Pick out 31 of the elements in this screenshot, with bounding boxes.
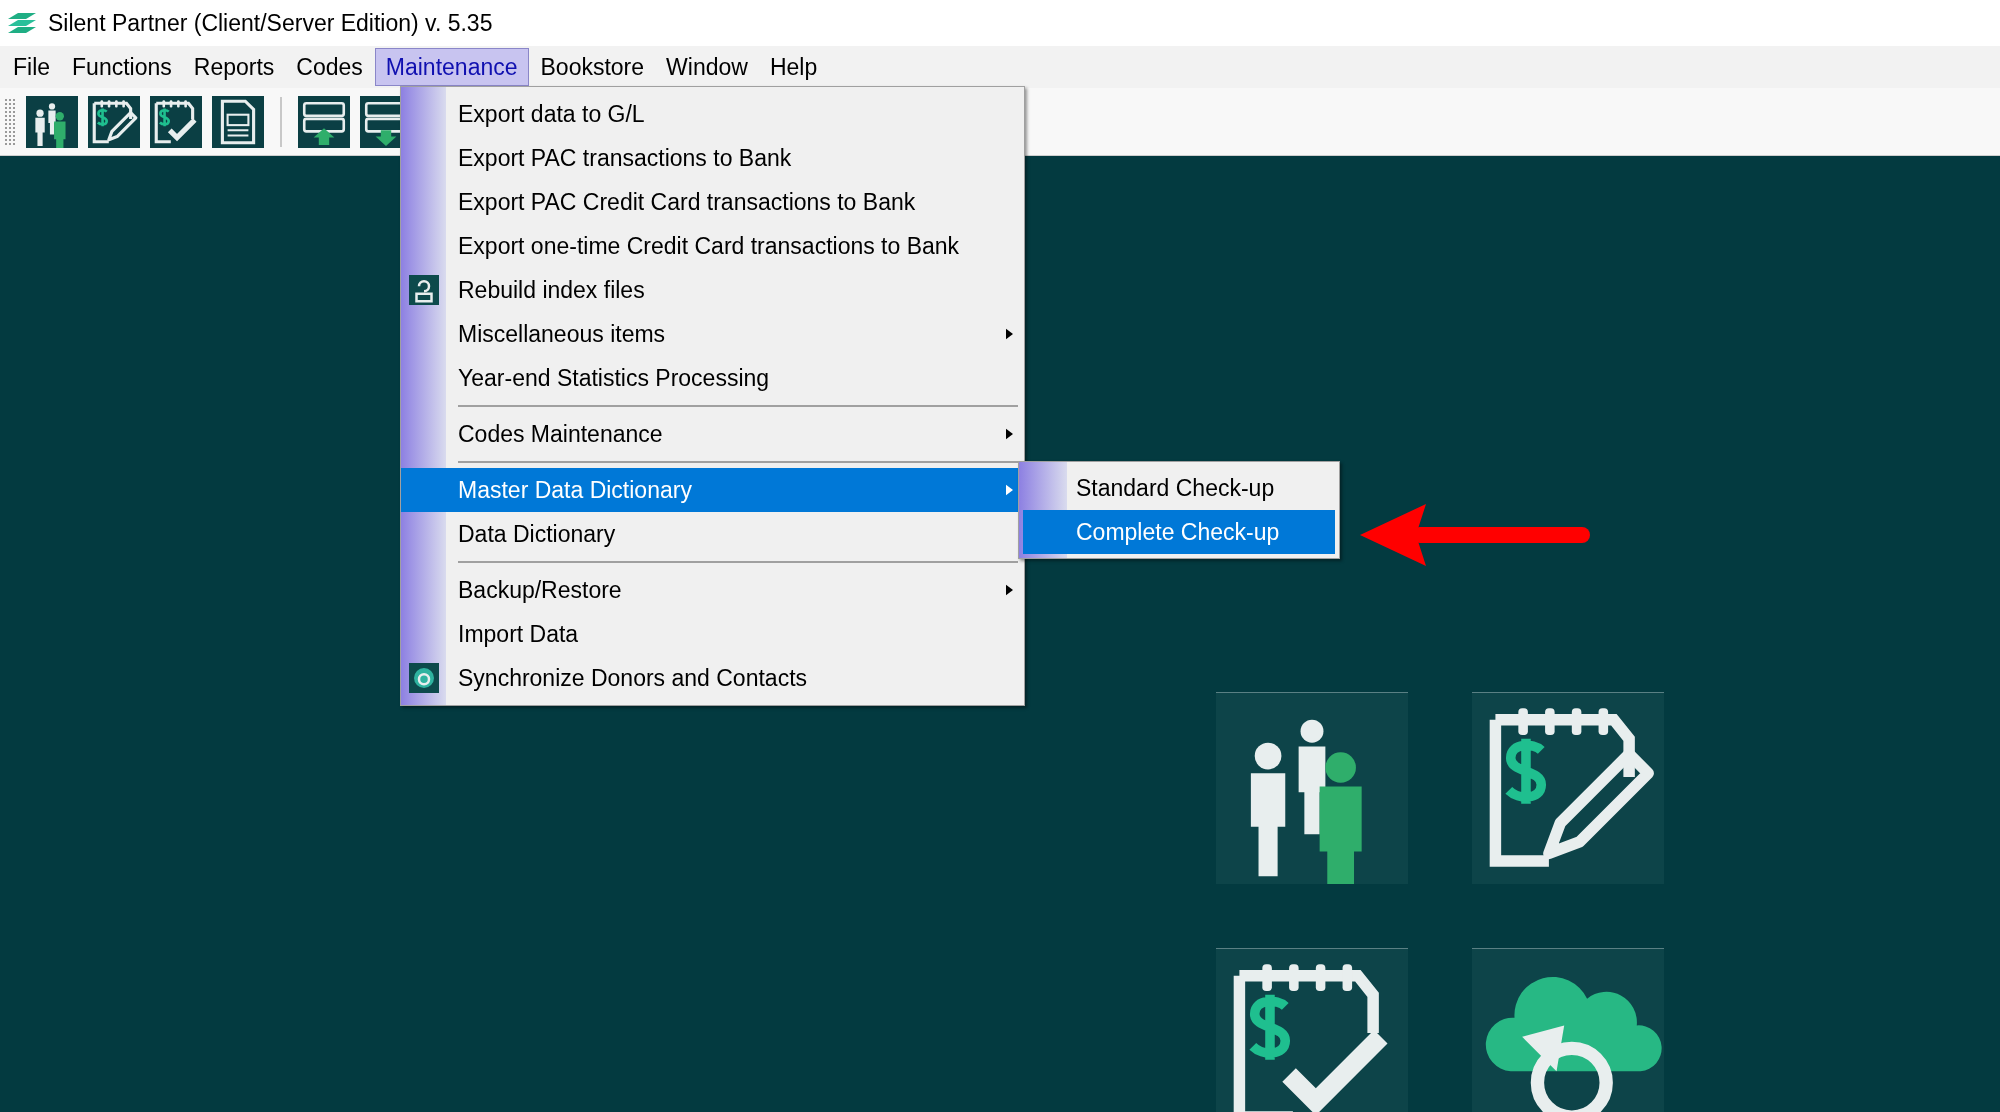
- menu-item[interactable]: Miscellaneous items: [401, 312, 1024, 356]
- menu-item[interactable]: Export one-time Credit Card transactions to Bank: [401, 224, 1024, 268]
- document-icon: [212, 95, 264, 148]
- sync-icon: [408, 663, 439, 693]
- menu-bar-item[interactable]: Functions: [62, 48, 182, 86]
- app-logo-icon: [6, 11, 38, 35]
- menu-item[interactable]: Codes Maintenance: [401, 412, 1024, 456]
- menu-item[interactable]: Rebuild index files: [401, 268, 1024, 312]
- menu-bar-item[interactable]: Maintenance: [374, 48, 529, 86]
- dollar-pencil-icon: [88, 95, 140, 148]
- menu-item[interactable]: Year-end Statistics Processing: [401, 356, 1024, 400]
- menu-item[interactable]: Import Data: [401, 612, 1024, 656]
- people-icon: [26, 95, 78, 148]
- menu-item[interactable]: Export data to G/L: [401, 92, 1024, 136]
- menu-bar-item[interactable]: Bookstore: [530, 48, 655, 86]
- menu-item[interactable]: Synchronize Donors and Contacts: [401, 656, 1024, 700]
- people-tile-icon: [1216, 692, 1408, 884]
- menu-item[interactable]: Export PAC transactions to Bank: [401, 136, 1024, 180]
- menu-item[interactable]: Export PAC Credit Card transactions to Bank: [401, 180, 1024, 224]
- menu-item[interactable]: Backup/Restore: [401, 568, 1024, 612]
- menu-bar-item[interactable]: Help: [759, 48, 828, 86]
- submenu-item[interactable]: Complete Check-up: [1023, 510, 1335, 554]
- server-upload-icon: [298, 95, 350, 148]
- menu-bar-item[interactable]: Window: [656, 48, 758, 86]
- submenu-item[interactable]: Standard Check-up: [1023, 466, 1335, 510]
- dollar-check-icon: [150, 95, 202, 148]
- menu-bar-item[interactable]: Codes: [286, 48, 373, 86]
- dollar-pencil-tile-icon: [1472, 692, 1664, 884]
- window-title: Silent Partner (Client/Server Edition) v. 5.35: [48, 8, 493, 38]
- menu-bar-item[interactable]: Reports: [183, 48, 285, 86]
- menu-bar-item[interactable]: File: [3, 48, 61, 86]
